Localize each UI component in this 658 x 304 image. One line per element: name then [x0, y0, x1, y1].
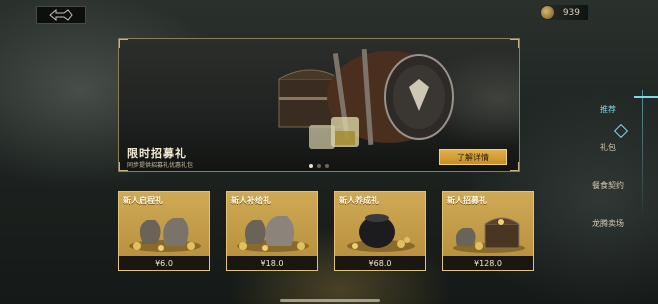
- promo-banner[interactable]: 限时招募礼 同步提供招募礼优惠礼包 了解详情: [118, 38, 520, 172]
- pack-card[interactable]: 新人补给礼 ¥18.0: [226, 191, 318, 271]
- nav-item-dragon-market[interactable]: 龙腾卖场: [582, 204, 634, 242]
- pack-card[interactable]: 新人启程礼 ¥6.0: [118, 191, 210, 271]
- pagination-dot[interactable]: [309, 164, 313, 168]
- pack-card[interactable]: 新人招募礼 ¥128.0: [442, 191, 534, 271]
- active-indicator: [634, 96, 658, 98]
- nav-label: 礼包: [600, 142, 616, 152]
- currency-display: 939: [539, 5, 588, 20]
- starter-pack-list: 新人启程礼 ¥6.0 新人补给礼 ¥18.0 新人养成礼 ¥68.0 新人招募礼…: [118, 191, 534, 271]
- side-nav: 推荐 礼包 餐食契约 龙腾卖场: [582, 90, 658, 242]
- banner-corner: [119, 39, 128, 48]
- coin-icon: [539, 5, 555, 20]
- pack-price: ¥6.0: [119, 256, 209, 270]
- pack-price: ¥128.0: [443, 256, 533, 270]
- pagination-dot[interactable]: [317, 164, 321, 168]
- home-indicator[interactable]: [280, 299, 380, 302]
- nav-item-recommended[interactable]: 推荐: [582, 90, 658, 128]
- coin-pot-icon: [347, 214, 415, 252]
- banner-pagination: [309, 164, 329, 168]
- back-button[interactable]: [36, 6, 86, 24]
- nav-item-meal-contract[interactable]: 餐食契约: [582, 166, 634, 204]
- pack-title: 新人启程礼: [123, 196, 163, 205]
- nav-label: 龙腾卖场: [592, 218, 624, 228]
- treasure-chest-icon: [453, 217, 525, 253]
- pack-title: 新人补给礼: [231, 196, 271, 205]
- pack-price: ¥18.0: [227, 256, 317, 270]
- banner-subtitle: 同步提供招募礼优惠礼包: [127, 162, 194, 169]
- banner-corner: [510, 39, 519, 48]
- coin-sacks-icon: [237, 216, 309, 252]
- banner-title: 限时招募礼: [127, 147, 187, 160]
- learn-more-button[interactable]: 了解详情: [439, 149, 507, 165]
- currency-value: 939: [562, 7, 580, 18]
- nav-divider: [642, 90, 643, 220]
- coin-sacks-icon: [129, 218, 201, 252]
- nav-label: 餐食契约: [592, 180, 624, 190]
- pack-title: 新人养成礼: [339, 196, 379, 205]
- nav-label: 推荐: [600, 104, 616, 114]
- banner-corner: [510, 162, 519, 171]
- pack-price: ¥68.0: [335, 256, 425, 270]
- pagination-dot[interactable]: [325, 164, 329, 168]
- nav-item-packs[interactable]: 礼包: [582, 123, 634, 166]
- back-arrow-icon: [49, 9, 73, 21]
- pack-title: 新人招募礼: [447, 196, 487, 205]
- pack-card[interactable]: 新人养成礼 ¥68.0: [334, 191, 426, 271]
